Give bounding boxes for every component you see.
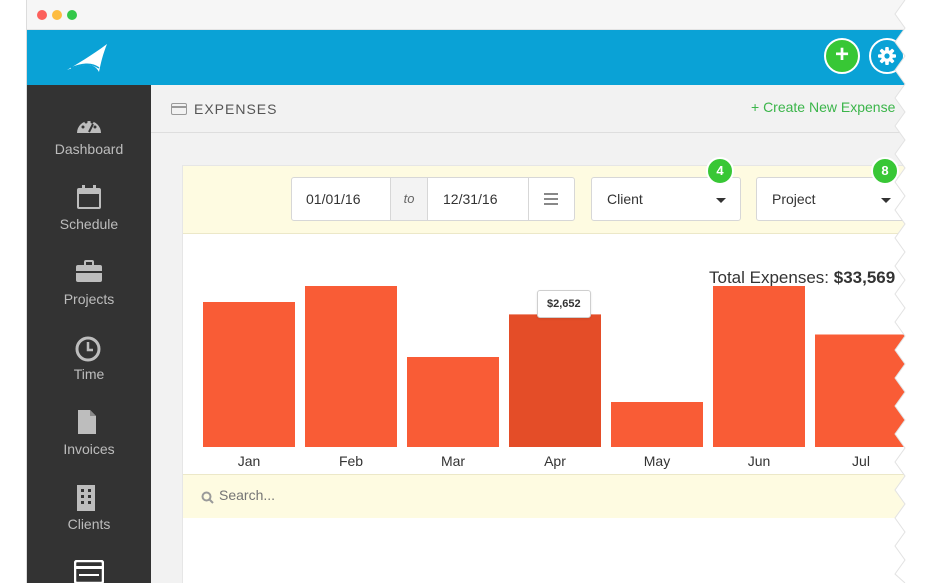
torn-edge: [894, 0, 930, 583]
